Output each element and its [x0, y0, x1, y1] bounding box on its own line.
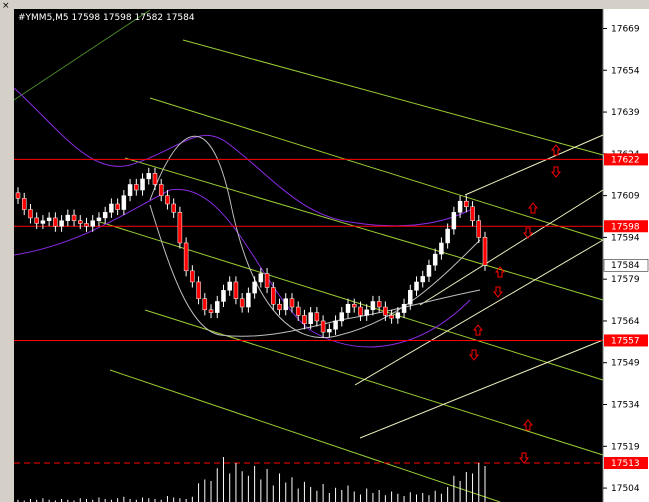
candle-body: [59, 220, 64, 227]
tick-label: 17609: [611, 192, 640, 202]
candle-body: [152, 173, 158, 185]
candle-body: [84, 223, 89, 227]
candle-body: [439, 242, 444, 255]
candle-body: [432, 253, 438, 266]
candle-body: [252, 281, 257, 294]
candle-body: [395, 312, 401, 319]
candle-body: [158, 184, 164, 196]
candlestick-chart: 1766917654176391762417609175941757917564…: [2, 1, 649, 502]
tick-label: 17504: [611, 484, 640, 494]
candle-body: [339, 312, 345, 322]
candle-body: [134, 184, 139, 191]
candle-body: [445, 228, 450, 244]
candle-body: [53, 217, 58, 227]
chart-window: 1766917654176391762417609175941757917564…: [0, 0, 649, 502]
level-tag-label: 17598: [611, 222, 640, 232]
candle-body: [358, 306, 363, 316]
candle-body: [289, 298, 295, 308]
candle-body: [140, 178, 145, 191]
candle-body: [414, 281, 419, 291]
candle-body: [420, 276, 425, 283]
candle-body: [364, 309, 369, 316]
candle-body: [171, 203, 176, 213]
candle-body: [183, 242, 189, 272]
candle-body: [277, 303, 282, 311]
candle-body: [308, 312, 313, 324]
level-tag-label: 17622: [611, 155, 640, 165]
candle-body: [71, 214, 77, 221]
chart-header: #YMM5,M5 17598 17598 17582 17584: [18, 13, 195, 23]
candle-body: [78, 220, 83, 224]
candle-body: [246, 292, 251, 308]
candle-body: [177, 212, 183, 244]
candle-body: [146, 173, 152, 180]
candle-body: [345, 303, 351, 313]
candle-body: [470, 206, 475, 221]
candle-body: [202, 298, 208, 311]
candle-body: [15, 192, 21, 199]
candle-body: [28, 209, 33, 219]
tick-label: 17654: [611, 66, 640, 76]
candle-body: [221, 290, 226, 302]
candle-body: [208, 309, 214, 313]
candle-body: [271, 287, 276, 305]
candle-body: [227, 281, 232, 291]
candle-body: [96, 217, 102, 221]
candle-body: [476, 220, 482, 238]
candle-body: [408, 290, 413, 305]
candle-body: [165, 195, 170, 205]
tick-label: 17579: [611, 275, 640, 285]
candle-body: [320, 320, 326, 333]
tick-label: 17549: [611, 359, 640, 369]
candle-body: [327, 329, 332, 333]
candle-body: [46, 217, 52, 221]
tick-label: 17534: [611, 401, 640, 411]
candle-body: [21, 198, 27, 210]
tick-label: 17639: [611, 108, 640, 118]
candle-body: [283, 298, 288, 311]
candle-body: [109, 203, 114, 213]
candle-body: [40, 220, 46, 224]
candle-body: [196, 281, 201, 299]
tick-label: 17519: [611, 442, 640, 452]
candle-body: [215, 301, 220, 313]
candle-body: [314, 312, 320, 322]
candle-body: [383, 306, 388, 316]
candle-body: [426, 264, 432, 277]
candle-body: [482, 237, 488, 266]
candle-body: [258, 273, 264, 283]
candle-body: [333, 320, 338, 330]
candle-body: [233, 281, 239, 299]
candle-body: [190, 270, 195, 283]
tick-label: 17564: [611, 317, 640, 327]
candle-body: [102, 212, 108, 219]
candle-body: [34, 217, 39, 224]
candle-body: [457, 200, 463, 213]
plot-area-background: [14, 9, 603, 502]
candle-body: [370, 301, 376, 311]
level-tag-label: 17513: [611, 459, 640, 469]
candle-body: [401, 303, 407, 313]
candle-body: [351, 303, 357, 308]
candle-body: [239, 298, 245, 308]
price-axis-background: [603, 9, 649, 502]
current-price-label: 17584: [611, 261, 640, 271]
candle-body: [264, 273, 270, 288]
candle-body: [121, 195, 127, 210]
tick-label: 17594: [611, 233, 640, 243]
candle-body: [464, 200, 469, 208]
candle-body: [451, 212, 457, 230]
candle-body: [302, 315, 307, 324]
tick-label: 17669: [611, 24, 640, 34]
candle-body: [295, 306, 301, 316]
level-tag-label: 17557: [611, 336, 640, 346]
chart-title: #YMM5,M5 17598 17598 17582 17584: [18, 13, 195, 23]
candle-body: [389, 315, 394, 319]
candle-body: [376, 301, 382, 308]
candle-body: [127, 184, 133, 196]
candle-body: [65, 214, 71, 221]
candle-body: [115, 203, 120, 210]
window-close-button[interactable]: ×: [2, 1, 10, 11]
candle-body: [90, 220, 95, 227]
